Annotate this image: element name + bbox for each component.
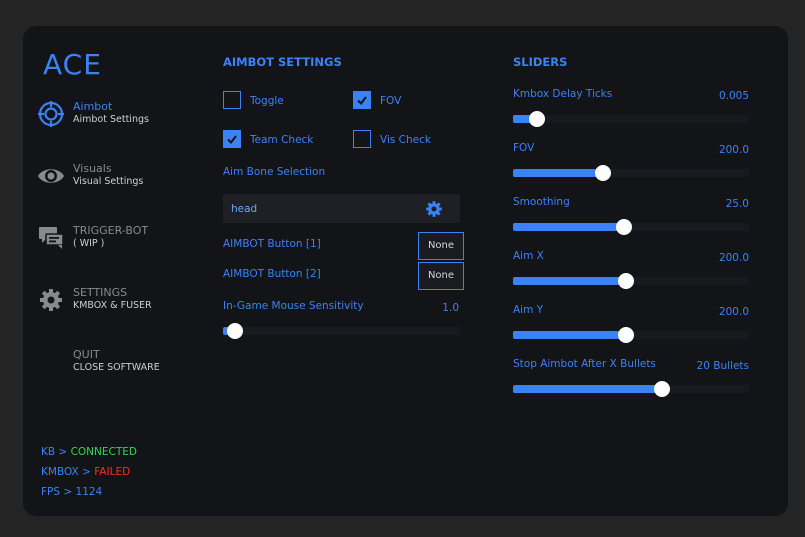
- slider-label: Stop Aimbot After X Bullets: [513, 358, 656, 370]
- vis-check-label: Vis Check: [380, 134, 431, 146]
- nav-subtitle: KMBOX & FUSER: [73, 300, 152, 311]
- team-check-label: Team Check: [250, 134, 314, 146]
- checkmark-icon: [357, 96, 367, 106]
- aimbot-button-2-label: AIMBOT Button [2]: [223, 268, 321, 280]
- sliders-section-title: SLIDERS: [513, 55, 568, 69]
- slider-label: FOV: [513, 142, 535, 154]
- slider-value: 200.0: [718, 306, 749, 318]
- sensitivity-slider[interactable]: [223, 323, 460, 339]
- slider-track[interactable]: [513, 111, 749, 127]
- aim-bone-value: head: [231, 203, 258, 215]
- vis-check-checkbox[interactable]: [353, 130, 371, 148]
- sensitivity-label: In-Game Mouse Sensitivity: [223, 300, 364, 312]
- nav-item-quit[interactable]: QUIT CLOSE SOFTWARE: [35, 348, 205, 388]
- status-value: 1124: [75, 486, 103, 498]
- slider-handle[interactable]: [653, 381, 670, 397]
- slider-fill: [513, 331, 627, 339]
- aimbot-button-1-bind[interactable]: None: [418, 232, 464, 260]
- aim-bone-select[interactable]: head: [223, 194, 460, 223]
- nav-title: TRIGGER-BOT: [73, 224, 149, 237]
- slider-handle[interactable]: [615, 219, 632, 235]
- nav-item-trigger-bot[interactable]: TRIGGER-BOT ( WIP ): [35, 224, 205, 264]
- slider-track[interactable]: [513, 219, 749, 235]
- gear-icon: [40, 289, 62, 311]
- nav-subtitle: ( WIP ): [73, 238, 105, 249]
- slider-fill: [513, 169, 603, 177]
- nav-title: SETTINGS: [73, 286, 128, 299]
- crosshair-icon: [38, 101, 64, 127]
- slider-label: Kmbox Delay Ticks: [513, 88, 613, 100]
- slider-value: 20 Bullets: [696, 360, 749, 372]
- chat-icon: [39, 227, 64, 249]
- status-label: KMBOX >: [41, 466, 95, 478]
- gear-icon[interactable]: [424, 199, 444, 219]
- fov-label: FOV: [380, 95, 402, 107]
- aimbot-button-1-label: AIMBOT Button [1]: [223, 238, 321, 250]
- fov-checkbox[interactable]: [353, 91, 371, 109]
- status-value: FAILED: [94, 466, 131, 478]
- slider-value: 0.005: [718, 90, 749, 102]
- slider-label: Aim Y: [513, 304, 544, 316]
- team-check-checkbox[interactable]: [223, 130, 241, 148]
- slider-track[interactable]: [513, 381, 749, 397]
- slider-handle[interactable]: [528, 111, 545, 127]
- nav-subtitle: CLOSE SOFTWARE: [73, 362, 160, 373]
- slider-value: 200.0: [718, 144, 749, 156]
- slider-handle[interactable]: [594, 165, 611, 181]
- nav-item-aimbot[interactable]: Aimbot Aimbot Settings: [35, 100, 205, 140]
- slider-handle[interactable]: [618, 327, 635, 343]
- nav-item-visuals[interactable]: Visuals Visual Settings: [35, 162, 205, 202]
- nav-title: Aimbot: [73, 100, 113, 113]
- slider-fill: [513, 277, 627, 285]
- aimbot-section-title: AIMBOT SETTINGS: [223, 55, 342, 69]
- nav-title: QUIT: [73, 348, 100, 361]
- kmbox-status: KMBOX > FAILED: [41, 466, 130, 478]
- slider-fill: [513, 385, 662, 393]
- nav-title: Visuals: [73, 162, 112, 175]
- nav-subtitle: Visual Settings: [73, 176, 144, 187]
- slider-handle[interactable]: [618, 273, 635, 289]
- toggle-label: Toggle: [250, 95, 284, 107]
- slider-value: 25.0: [725, 198, 749, 210]
- slider-label: Aim X: [513, 250, 544, 262]
- fps-status: FPS > 1124: [41, 486, 102, 498]
- slider-handle[interactable]: [226, 323, 243, 339]
- slider-track[interactable]: [513, 273, 749, 289]
- status-value: CONNECTED: [70, 446, 137, 458]
- slider-label: Smoothing: [513, 196, 570, 208]
- kb-status: KB > CONNECTED: [41, 446, 137, 458]
- status-label: KB >: [41, 446, 71, 458]
- nav-item-settings[interactable]: SETTINGS KMBOX & FUSER: [35, 286, 205, 326]
- aim-bone-label: Aim Bone Selection: [223, 166, 326, 178]
- toggle-checkbox[interactable]: [223, 91, 241, 109]
- eye-icon: [38, 169, 64, 183]
- sensitivity-value: 1.0: [442, 302, 459, 314]
- aimbot-button-2-bind[interactable]: None: [418, 262, 464, 290]
- slider-track[interactable]: [513, 165, 749, 181]
- checkmark-icon: [227, 135, 237, 145]
- slider-track[interactable]: [513, 327, 749, 343]
- slider-value: 200.0: [718, 252, 749, 264]
- app-logo: ACE: [43, 48, 102, 81]
- main-window: ACE Aimbot Aimbot Settings Visuals Visua…: [23, 26, 788, 516]
- nav-subtitle: Aimbot Settings: [73, 114, 149, 125]
- status-label: FPS >: [41, 486, 76, 498]
- slider-fill: [513, 223, 624, 231]
